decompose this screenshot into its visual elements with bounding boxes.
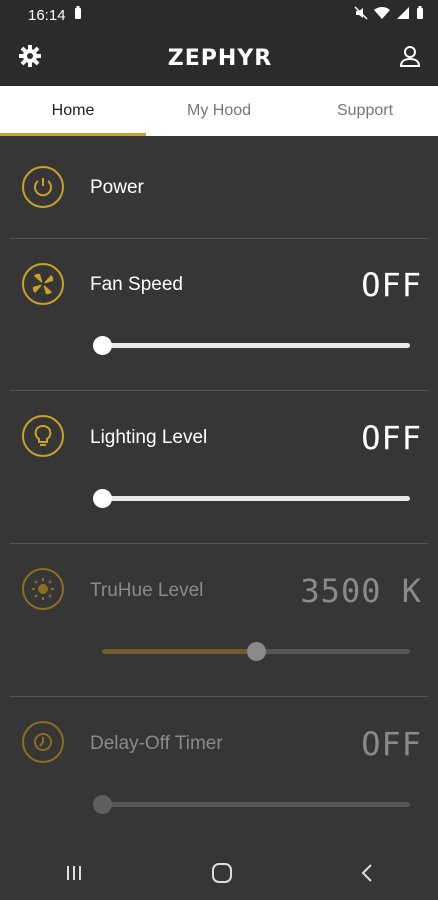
account-icon[interactable]	[398, 44, 422, 73]
power-row[interactable]: Power	[0, 137, 438, 239]
fan-icon	[22, 263, 64, 305]
battery-icon	[416, 6, 424, 24]
tab-my-hood[interactable]: My Hood	[146, 86, 292, 136]
home-nav-icon[interactable]	[211, 862, 233, 889]
status-bar: 16:14	[0, 0, 438, 30]
slider-thumb[interactable]	[93, 336, 112, 355]
tab-bar: Home My Hood Support	[0, 86, 438, 136]
delay-off-timer-slider[interactable]	[93, 795, 410, 814]
lighting-level-label: Lighting Level	[90, 427, 208, 448]
brand-logo: ZEPHYR	[167, 45, 273, 71]
power-icon[interactable]	[22, 166, 64, 208]
truhue-level-row: TruHue Level 3500 K	[0, 544, 438, 696]
app-bar: ZEPHYR	[0, 30, 438, 86]
slider-thumb[interactable]	[93, 795, 112, 814]
delay-off-timer-value: OFF	[361, 725, 422, 763]
fan-speed-slider[interactable]	[93, 336, 410, 355]
truhue-level-value: 3500 K	[300, 572, 422, 610]
delay-off-timer-label: Delay-Off Timer	[90, 733, 223, 754]
slider-fill	[102, 649, 256, 654]
slider-thumb[interactable]	[93, 489, 112, 508]
delay-off-timer-row: Delay-Off Timer OFF	[0, 697, 438, 849]
truhue-level-slider[interactable]	[102, 642, 410, 661]
fan-speed-row: Fan Speed OFF	[0, 239, 438, 391]
tab-home[interactable]: Home	[0, 86, 146, 136]
power-label: Power	[90, 177, 144, 198]
gear-icon[interactable]	[18, 44, 42, 73]
wifi-icon	[374, 6, 390, 24]
lighting-level-value: OFF	[361, 419, 422, 457]
sun-icon	[22, 568, 64, 610]
back-icon[interactable]	[360, 863, 374, 888]
fan-speed-value: OFF	[361, 266, 422, 304]
bulb-icon	[22, 415, 64, 457]
battery-saver-icon	[74, 6, 82, 24]
timer-icon	[22, 721, 64, 763]
signal-icon	[396, 6, 410, 24]
lighting-level-slider[interactable]	[93, 489, 410, 508]
system-nav-bar	[0, 850, 438, 900]
tab-support[interactable]: Support	[292, 86, 438, 136]
slider-thumb[interactable]	[247, 642, 266, 661]
recent-apps-icon[interactable]	[64, 864, 84, 887]
mute-icon	[354, 6, 368, 24]
lighting-level-row: Lighting Level OFF	[0, 391, 438, 543]
truhue-level-label: TruHue Level	[90, 580, 204, 601]
status-time: 16:14	[28, 6, 66, 24]
fan-speed-label: Fan Speed	[90, 274, 183, 295]
